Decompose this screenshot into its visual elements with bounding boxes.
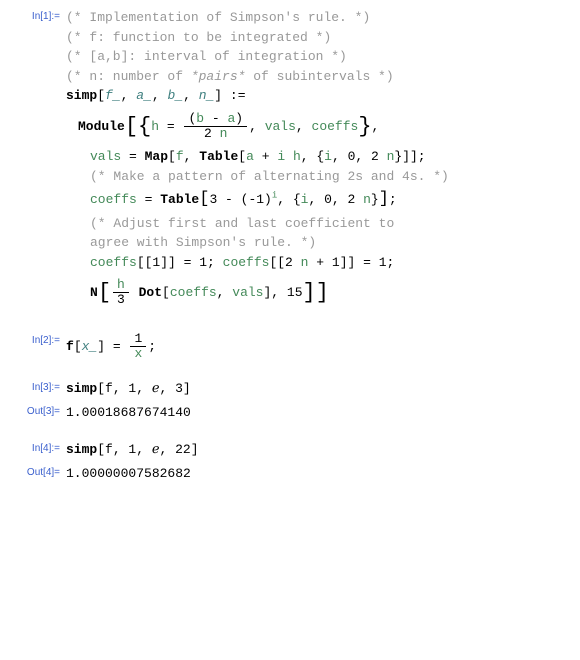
- content-in-4: simp[f, 1, ℯ, 22]: [66, 440, 568, 460]
- cell-in-1: In[1]:= (* Implementation of Simpson's r…: [12, 8, 568, 314]
- label-in-3: In[3]:=: [12, 379, 66, 393]
- N-line: N[h3 Dot[coeffs, vals], 15]]: [66, 278, 568, 308]
- label-in-4: In[4]:=: [12, 440, 66, 454]
- comment-2: (* f: function to be integrated *): [66, 28, 568, 48]
- frac-1x: 1x: [130, 332, 146, 362]
- comment-5: (* Make a pattern of alternating 2s and …: [66, 167, 568, 187]
- comment-4: (* n: number of *pairs* of subintervals …: [66, 67, 568, 87]
- content-in-3: simp[f, 1, ℯ, 3]: [66, 379, 568, 399]
- comment-6a: (* Adjust first and last coefficient to: [66, 214, 568, 234]
- vals-line: vals = Map[f, Table[a + i h, {i, 0, 2 n}…: [66, 147, 568, 167]
- cell-out-4: Out[4]= 1.00000007582682: [12, 464, 568, 484]
- output-3: 1.00018687674140: [66, 403, 568, 423]
- comment-3: (* [a,b]: interval of integration *): [66, 47, 568, 67]
- label-in-2: In[2]:=: [12, 332, 66, 346]
- coeffs-adjust-line: coeffs[[1]] = 1; coeffs[[2 n + 1]] = 1;: [66, 253, 568, 273]
- content-in-1: (* Implementation of Simpson's rule. *) …: [66, 8, 568, 314]
- label-out-4: Out[4]=: [12, 464, 66, 478]
- cell-in-3: In[3]:= simp[f, 1, ℯ, 3]: [12, 379, 568, 399]
- module-line: Module[{h = (b - a)2 n, vals, coeffs},: [66, 112, 568, 142]
- content-in-2: f[x_] = 1x;: [66, 332, 568, 362]
- cell-in-4: In[4]:= simp[f, 1, ℯ, 22]: [12, 440, 568, 460]
- label-out-3: Out[3]=: [12, 403, 66, 417]
- comment-1: (* Implementation of Simpson's rule. *): [66, 8, 568, 28]
- output-4: 1.00000007582682: [66, 464, 568, 484]
- coeffs-line: coeffs = Table[3 - (-1)i, {i, 0, 2 n}];: [66, 190, 568, 210]
- cell-in-2: In[2]:= f[x_] = 1x;: [12, 332, 568, 362]
- label-in-1: In[1]:=: [12, 8, 66, 22]
- frac-h: (b - a)2 n: [184, 112, 247, 142]
- comment-6b: agree with Simpson's rule. *): [66, 233, 568, 253]
- cell-out-3: Out[3]= 1.00018687674140: [12, 403, 568, 423]
- simp-def-header: simp[f_, a_, b_, n_] :=: [66, 86, 568, 106]
- frac-h3: h3: [113, 278, 129, 308]
